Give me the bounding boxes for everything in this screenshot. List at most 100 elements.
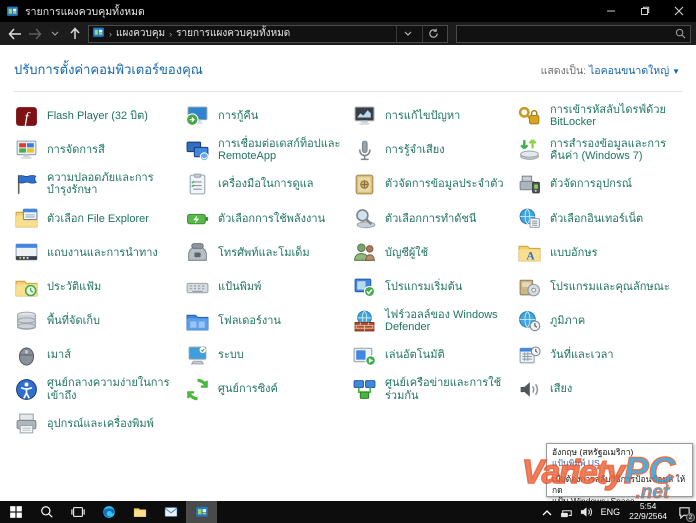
control-panel-item-region[interactable]: ภูมิภาค [517,309,696,334]
item-label: โปรแกรมและคุณลักษณะ [550,281,670,293]
backup-restore-icon [517,138,542,163]
control-panel-item-mouse[interactable]: เมาส์ [14,343,185,368]
breadcrumb-control-panel[interactable]: แผงควบคุม [116,26,165,41]
taskbar-task-view-button[interactable] [62,501,93,523]
sound-icon [517,377,542,402]
speaker-icon [580,506,593,518]
close-icon [674,6,684,16]
control-panel-item-credential-manager[interactable]: ตัวจัดการข้อมูลประจำตัว [352,172,517,197]
task-view-icon [71,505,85,519]
control-panel-item-troubleshooting[interactable]: การแก้ไขปัญหา [352,104,517,129]
item-label: ความปลอดภัยและการบำรุงรักษา [47,172,175,197]
close-button[interactable] [662,0,696,22]
control-panel-item-network-sharing[interactable]: ศูนย์เครือข่ายและการใช้ร่วมกัน [352,377,517,402]
control-panel-item-work-folders[interactable]: โฟลเดอร์งาน [185,309,352,334]
forward-button[interactable] [25,24,45,44]
control-panel-item-user-accounts[interactable]: บัญชีผู้ใช้ [352,240,517,265]
chevron-down-icon [51,31,59,37]
control-panel-item-default-programs[interactable]: โปรแกรมเริ่มต้น [352,275,517,300]
back-button[interactable] [5,24,25,44]
taskbar-start-button[interactable] [0,501,31,523]
tooltip-keyboard-layout: แป้นพิมพ์ US [552,458,687,469]
control-panel-item-autoplay[interactable]: เล่นอัตโนมัติ [352,343,517,368]
power-options-icon [185,206,210,231]
color-management-icon [14,138,39,163]
search-box[interactable] [456,25,691,43]
control-panel-item-ease-of-access[interactable]: ศูนย์กลางความง่ายในการเข้าถึง [14,377,185,402]
language-indicator[interactable]: ENG [597,507,625,517]
taskbar-edge-button[interactable] [93,501,124,523]
item-label: ตัวจัดการข้อมูลประจำตัว [385,178,504,190]
control-panel-item-storage-spaces[interactable]: พื้นที่จัดเก็บ [14,309,185,334]
control-panel-item-date-time[interactable]: วันที่และเวลา [517,343,696,368]
control-panel-item-power-options[interactable]: ตัวเลือกการใช้พลังงาน [185,206,352,231]
search-input[interactable] [461,28,675,39]
control-panel-item-sound[interactable]: เสียง [517,377,696,402]
control-panel-item-color-management[interactable]: การจัดการสี [14,138,185,163]
control-panel-item-flash-player[interactable]: fFlash Player (32 บิต) [14,104,185,129]
view-by-caret-icon[interactable]: ▼ [672,67,680,76]
item-label: เมาส์ [47,349,71,361]
control-panel-icon [195,505,209,519]
control-panel-item-fonts[interactable]: A แบบอักษร [517,240,696,265]
refresh-button[interactable] [422,26,444,42]
title-bar: รายการแผงควบคุมทั้งหมด [0,0,696,22]
control-panel-item-keyboard[interactable]: แป้นพิมพ์ [185,275,352,300]
control-panel-item-recovery[interactable]: การกู้คืน [185,104,352,129]
remoteapp-icon [185,138,210,163]
clock-date: 22/9/2564 [629,512,667,522]
internet-options-icon [517,206,542,231]
taskbar-file-explorer-button[interactable] [124,501,155,523]
control-panel-item-device-manager[interactable]: ตัวจัดการอุปกรณ์ [517,172,696,197]
minimize-button[interactable] [594,0,628,22]
chevron-down-icon [404,31,412,37]
control-panel-item-file-history[interactable]: ประวัติแฟ้ม [14,275,185,300]
address-dropdown-button[interactable] [396,26,418,42]
control-panel-item-remoteapp[interactable]: การเชื่อมต่อเดสก์ท็อปและ RemoteApp [185,138,352,163]
credential-manager-icon [352,172,377,197]
control-panel-item-system[interactable]: ระบบ [185,343,352,368]
control-panel-item-indexing-options[interactable]: ตัวเลือกการทำดัชนี [352,206,517,231]
flash-player-icon: f [14,104,39,129]
taskbar-mail-button[interactable] [155,501,186,523]
search-icon [40,505,54,519]
item-label: ไฟร์วอลล์ของ Windows Defender [385,309,509,334]
item-label: เล่นอัตโนมัติ [385,349,445,361]
item-label: การกู้คืน [218,110,258,122]
control-panel-item-internet-options[interactable]: ตัวเลือกอินเทอร์เน็ต [517,206,696,231]
control-panel-item-phone-modem[interactable]: โทรศัพท์และโมเด็ม [185,240,352,265]
breadcrumb-all-items[interactable]: รายการแผงควบคุมทั้งหมด [176,26,290,41]
control-panel-item-taskbar-navigation[interactable]: แถบงานและการนำทาง [14,240,185,265]
taskbar-control-panel-button[interactable] [186,501,217,523]
control-panel-item-security-maintenance[interactable]: ความปลอดภัยและการบำรุงรักษา [14,172,185,197]
view-by-link[interactable]: ไอคอนขนาดใหญ่ [589,65,669,77]
recent-pages-button[interactable] [45,24,65,44]
fonts-icon: A [517,240,542,265]
taskbar-search-button[interactable] [31,501,62,523]
item-label: การจัดการสี [47,144,105,156]
address-bar[interactable]: › แผงควบคุม › รายการแผงควบคุมทั้งหมด [88,25,448,43]
maximize-button[interactable] [628,0,662,22]
default-programs-icon [352,275,377,300]
header-divider [14,91,682,92]
item-label: ระบบ [218,349,244,361]
minimize-icon [606,6,616,16]
network-sharing-icon [352,377,377,402]
control-panel-item-file-explorer-options[interactable]: ตัวเลือก File Explorer [14,206,185,231]
date-time-icon [517,343,542,368]
control-panel-item-devices-printers[interactable]: อุปกรณ์และเครื่องพิมพ์ [14,411,185,436]
item-label: แบบอักษร [550,247,597,259]
refresh-icon [428,28,439,39]
programs-features-icon [517,275,542,300]
control-panel-item-defender-firewall[interactable]: ไฟร์วอลล์ของ Windows Defender [352,309,517,334]
speech-recognition-icon [352,138,377,163]
control-panel-item-backup-restore[interactable]: การสำรองข้อมูลและการคืนค่า (Windows 7) [517,138,696,163]
control-panel-item-administrative-tools[interactable]: เครื่องมือในการดูแล [185,172,352,197]
control-panel-item-programs-features[interactable]: โปรแกรมและคุณลักษณะ [517,275,696,300]
item-label: โปรแกรมเริ่มต้น [385,281,462,293]
control-panel-item-speech-recognition[interactable]: การรู้จำเสียง [352,138,517,163]
control-panel-item-sync-center[interactable]: ศูนย์การซิงค์ [185,377,352,402]
control-panel-item-bitlocker[interactable]: การเข้ารหัสลับไดรฟ์ด้วย BitLocker [517,104,696,129]
up-button[interactable] [65,24,85,44]
item-label: การสำรองข้อมูลและการคืนค่า (Windows 7) [550,138,678,163]
